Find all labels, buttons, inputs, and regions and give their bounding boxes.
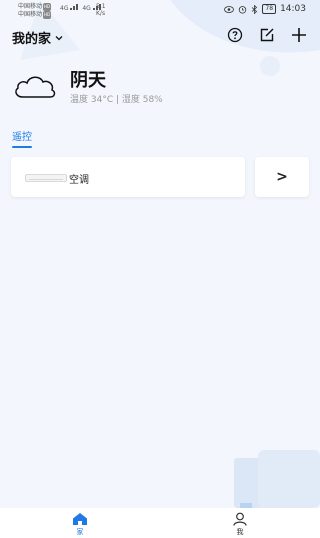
nav-item-me[interactable]: 我 [220,512,260,537]
air-conditioner-icon [25,174,67,182]
weather-condition: 阴天 [70,70,106,91]
home-name: 我的家 [12,32,52,47]
signal-label: 4G [60,5,69,12]
net-speed: 5.1 K/s [96,3,106,17]
tab-indicator [12,146,32,148]
tab-remote[interactable]: 遥控 [12,128,32,143]
signal-label-2: 4G [82,5,91,12]
add-icon[interactable] [290,26,308,44]
header-actions [226,26,308,44]
more-devices-button[interactable]: > [255,157,309,197]
cloud-icon [15,76,56,98]
hd-badge: HD [43,3,52,11]
battery-icon: 78 [262,4,277,14]
carrier-name: 中国移动 [18,3,43,10]
home-selector[interactable]: 我的家 [12,28,63,47]
home-icon [73,513,87,525]
carrier-name-2: 中国移动 [18,11,43,18]
signal-bars-icon [70,4,79,10]
status-right: 78 14:03 [224,4,306,14]
nav-item-home[interactable]: 家 [60,512,100,537]
weather-detail: 温度 34°C | 湿度 58% [70,95,163,105]
device-card-air-conditioner[interactable]: 空调 [11,157,245,197]
hd-badge-2: HD [43,11,52,19]
net-speed-unit: K/s [96,10,106,17]
net-speed-value: 5.1 [96,3,106,10]
device-name: 空调 [69,175,89,186]
chevron-down-icon [55,35,63,40]
eye-icon [224,5,235,13]
nav-label-home: 家 [76,528,84,536]
nav-label-me: 我 [236,528,244,536]
bottom-nav: 家 我 [0,508,320,538]
edit-icon[interactable] [258,26,276,44]
user-icon [233,512,247,526]
help-icon[interactable] [226,26,244,44]
carrier-info: 中国移动 HD 中国移动 HD [18,3,52,19]
status-time: 14:03 [280,4,306,14]
status-bar: 中国移动 HD 中国移动 HD 4G 4G 5.1 K/s 78 14:03 [0,0,320,22]
chevron-right-icon: > [276,169,288,185]
alarm-icon [239,5,247,14]
bluetooth-icon [252,4,258,14]
